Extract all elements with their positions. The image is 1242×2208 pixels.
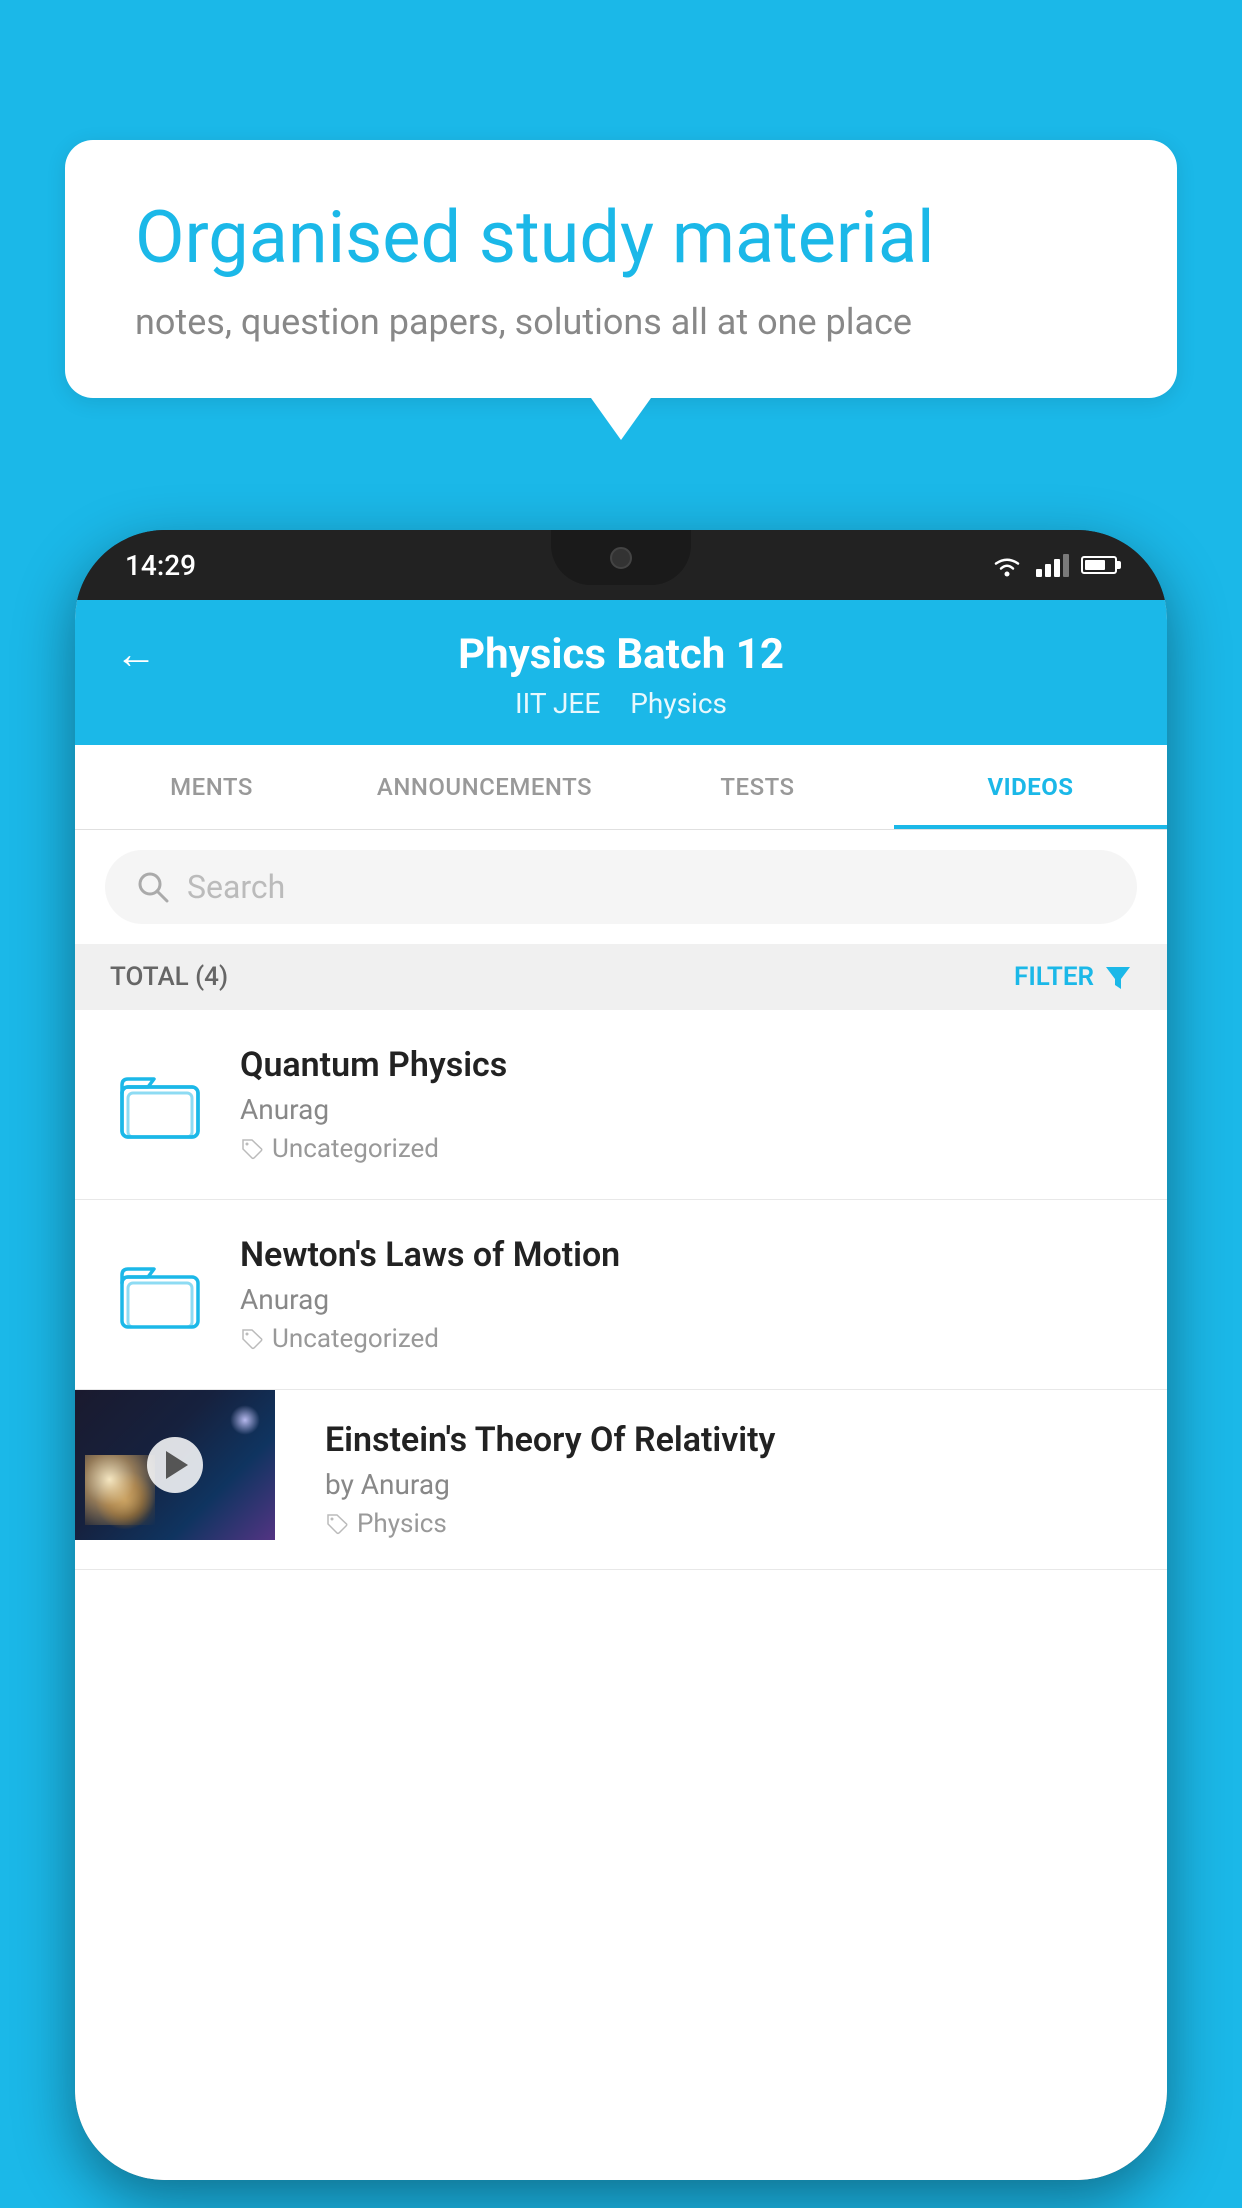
search-icon [135, 869, 171, 905]
thumbnail-stars [230, 1405, 260, 1435]
list-item[interactable]: Einstein's Theory Of Relativity by Anura… [75, 1390, 1167, 1570]
video-tag: Physics [325, 1509, 1147, 1539]
video-item-content: Quantum Physics Anurag Uncategorized [240, 1045, 1132, 1164]
filter-bar: TOTAL (4) FILTER [75, 944, 1167, 1010]
header-tag-physics: Physics [630, 687, 727, 720]
video-author: Anurag [240, 1283, 1132, 1316]
phone-frame: 14:29 [75, 530, 1167, 2180]
tab-ments[interactable]: MENTS [75, 745, 348, 829]
folder-icon-container [110, 1245, 210, 1345]
wifi-icon [990, 552, 1024, 578]
signal-icon [1036, 553, 1069, 577]
status-bar: 14:29 [75, 530, 1167, 600]
content-list: Quantum Physics Anurag Uncategorized [75, 1010, 1167, 2180]
back-button[interactable]: ← [115, 630, 157, 679]
tab-announcements[interactable]: ANNOUNCEMENTS [348, 745, 621, 829]
search-input[interactable]: Search [187, 868, 285, 906]
app-screen: ← Physics Batch 12 IIT JEE Physics MENTS… [75, 600, 1167, 2180]
video-title: Quantum Physics [240, 1045, 1132, 1085]
speech-bubble-subtitle: notes, question papers, solutions all at… [135, 301, 1107, 343]
status-time: 14:29 [125, 549, 196, 582]
total-count: TOTAL (4) [110, 962, 228, 992]
status-icons [990, 552, 1117, 578]
video-title: Einstein's Theory Of Relativity [325, 1420, 1147, 1460]
speech-bubble-title: Organised study material [135, 195, 1107, 281]
video-tag: Uncategorized [240, 1134, 1132, 1164]
video-item-content: Newton's Laws of Motion Anurag Uncategor… [240, 1235, 1132, 1354]
tabs-bar: MENTS ANNOUNCEMENTS TESTS VIDEOS [75, 745, 1167, 830]
search-input-wrapper[interactable]: Search [105, 850, 1137, 924]
folder-icon-container [110, 1055, 210, 1155]
speech-bubble-container: Organised study material notes, question… [65, 140, 1177, 398]
battery-icon [1081, 556, 1117, 574]
tab-tests[interactable]: TESTS [621, 745, 894, 829]
play-button[interactable] [147, 1437, 203, 1493]
tag-icon [240, 1327, 264, 1351]
list-item[interactable]: Quantum Physics Anurag Uncategorized [75, 1010, 1167, 1200]
play-icon [166, 1451, 188, 1479]
front-camera [610, 547, 632, 569]
video-thumbnail [75, 1390, 275, 1540]
app-header: ← Physics Batch 12 IIT JEE Physics [75, 600, 1167, 745]
video-author: by Anurag [325, 1468, 1147, 1501]
speech-bubble: Organised study material notes, question… [65, 140, 1177, 398]
video-author: Anurag [240, 1093, 1132, 1126]
video-title: Newton's Laws of Motion [240, 1235, 1132, 1275]
video-tag: Uncategorized [240, 1324, 1132, 1354]
folder-icon [120, 1069, 200, 1141]
tag-icon [325, 1512, 349, 1536]
phone-notch [551, 530, 691, 585]
filter-button[interactable]: FILTER [1014, 962, 1132, 992]
filter-icon [1104, 963, 1132, 991]
app-title: Physics Batch 12 [458, 630, 784, 679]
video-item-content: Einstein's Theory Of Relativity by Anura… [305, 1390, 1167, 1569]
header-tag-iitjee: IIT JEE [515, 687, 600, 720]
tag-icon [240, 1137, 264, 1161]
folder-icon [120, 1259, 200, 1331]
list-item[interactable]: Newton's Laws of Motion Anurag Uncategor… [75, 1200, 1167, 1390]
search-container: Search [75, 830, 1167, 944]
tab-videos[interactable]: VIDEOS [894, 745, 1167, 829]
